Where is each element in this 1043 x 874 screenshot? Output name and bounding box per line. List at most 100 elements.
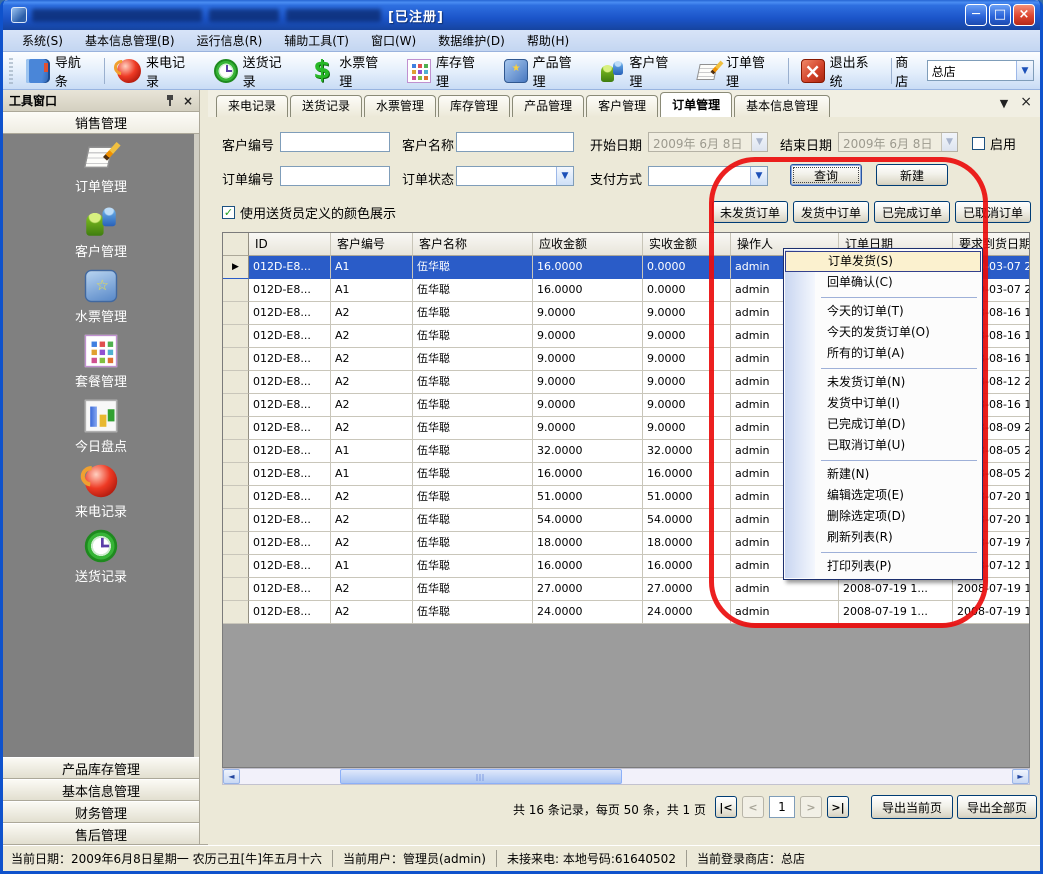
start-date-picker[interactable]: 2009年 6月 8日 ▼	[648, 132, 768, 152]
toolbar-grip[interactable]	[9, 58, 13, 84]
order-status-filter-button[interactable]: 发货中订单	[793, 201, 869, 223]
menubar-item[interactable]: 运行信息(R)	[186, 30, 274, 51]
prev-page-button[interactable]: <	[742, 796, 764, 818]
scroll-right-icon[interactable]: ►	[1012, 769, 1029, 784]
chevron-down-icon[interactable]: ▼	[750, 167, 767, 185]
table-row[interactable]: 012D-E8... A2 伍华聪 24.0000 24.0000 admin …	[223, 601, 1029, 624]
column-header-received[interactable]: 实收金额	[643, 233, 731, 256]
tab[interactable]: 基本信息管理	[734, 95, 830, 117]
context-menu-item[interactable]: 未发货订单(N)	[785, 372, 981, 393]
context-menu-item[interactable]: 发货中订单(I)	[785, 393, 981, 414]
sidebar-item[interactable]: 今日盘点	[75, 404, 127, 455]
sidebar-item[interactable]: 客户管理	[75, 209, 127, 260]
tab[interactable]: 产品管理	[512, 95, 584, 117]
sidebar-item[interactable]: 订单管理	[75, 144, 127, 195]
context-menu-item[interactable]: 删除选定项(D)	[785, 506, 981, 527]
context-menu-item[interactable]: 新建(N)	[785, 464, 981, 485]
column-header-receivable[interactable]: 应收金额	[533, 233, 643, 256]
sidebar-item[interactable]: 来电记录	[75, 469, 127, 520]
toolbar-button[interactable]	[104, 58, 105, 84]
context-menu-item[interactable]: 订单发货(S)	[785, 251, 981, 272]
sidebar-section-sales[interactable]: 销售管理	[3, 112, 199, 134]
horizontal-scrollbar[interactable]: ◄ ►	[222, 768, 1030, 785]
scroll-left-icon[interactable]: ◄	[223, 769, 240, 784]
toolbar-button[interactable]: 订单管理	[688, 55, 785, 87]
chevron-down-icon[interactable]: ▼	[941, 133, 957, 151]
tab[interactable]: 水票管理	[364, 95, 436, 117]
last-page-button[interactable]: >|	[827, 796, 849, 818]
color-display-checkbox[interactable]: ✓ 使用送货员定义的颜色展示	[222, 203, 396, 222]
toolbar-button[interactable]	[788, 58, 789, 84]
context-menu-item[interactable]: 刷新列表(R)	[785, 527, 981, 548]
tab-collapse-icon[interactable]: ▼	[1000, 97, 1008, 110]
table-row[interactable]: 012D-E8... A2 伍华聪 27.0000 27.0000 admin …	[223, 578, 1029, 601]
chevron-down-icon[interactable]: ▼	[751, 133, 767, 151]
toolbar-button[interactable]	[891, 58, 892, 84]
menubar-item[interactable]: 窗口(W)	[360, 30, 427, 51]
sidebar-item[interactable]: 水票管理	[75, 274, 127, 325]
context-menu-item[interactable]: 打印列表(P)	[785, 556, 981, 577]
customer-no-input[interactable]	[280, 132, 390, 152]
maximize-button[interactable]: □	[989, 4, 1011, 26]
sidebar-item[interactable]: 送货记录	[75, 534, 127, 585]
tab[interactable]: 客户管理	[586, 95, 658, 117]
checkbox-box[interactable]	[972, 137, 985, 150]
toolbar-button[interactable]: 产品管理	[495, 55, 592, 87]
toolbar-button[interactable]: 库存管理	[398, 55, 495, 87]
menubar-item[interactable]: 系统(S)	[11, 30, 74, 51]
column-header-customer-no[interactable]: 客户编号	[331, 233, 413, 256]
order-status-select[interactable]: ▼	[456, 166, 574, 186]
export-all-pages-button[interactable]: 导出全部页	[957, 795, 1037, 819]
menubar-item[interactable]: 辅助工具(T)	[273, 30, 360, 51]
end-date-picker[interactable]: 2009年 6月 8日 ▼	[838, 132, 958, 152]
context-menu-item[interactable]: 已完成订单(D)	[785, 414, 981, 435]
sidebar-scrollbar[interactable]	[194, 134, 199, 757]
toolbar-button[interactable]: 送货记录	[205, 55, 302, 87]
menubar-item[interactable]: 数据维护(D)	[427, 30, 516, 51]
context-menu-item[interactable]: 编辑选定项(E)	[785, 485, 981, 506]
pay-method-select[interactable]: ▼	[648, 166, 768, 186]
context-menu-item[interactable]	[785, 456, 981, 464]
sidebar-close-icon[interactable]: ×	[183, 94, 193, 108]
new-button[interactable]: 新建	[876, 164, 948, 186]
chevron-down-icon[interactable]: ▼	[556, 167, 573, 185]
tab[interactable]: 库存管理	[438, 95, 510, 117]
tab-close-icon[interactable]: ×	[1020, 97, 1032, 110]
sidebar-section-header[interactable]: 基本信息管理	[3, 779, 199, 801]
context-menu-item[interactable]	[785, 548, 981, 556]
menubar-item[interactable]: 基本信息管理(B)	[74, 30, 186, 51]
column-header-customer-name[interactable]: 客户名称	[413, 233, 533, 256]
first-page-button[interactable]: |<	[715, 796, 737, 818]
order-status-filter-button[interactable]: 未发货订单	[712, 201, 788, 223]
sidebar-section-header[interactable]: 售后管理	[3, 823, 199, 845]
minimize-button[interactable]: ─	[965, 4, 987, 26]
toolbar-button[interactable]: 客户管理	[591, 55, 688, 87]
enable-checkbox[interactable]: 启用	[972, 134, 1016, 153]
scrollbar-track[interactable]	[240, 769, 1012, 784]
order-status-filter-button[interactable]: 已取消订单	[955, 201, 1031, 223]
context-menu-item[interactable]: 今天的订单(T)	[785, 301, 981, 322]
customer-name-input[interactable]	[456, 132, 574, 152]
sidebar-section-header[interactable]: 财务管理	[3, 801, 199, 823]
context-menu-item[interactable]	[785, 364, 981, 372]
shop-select[interactable]: 总店 ▼	[927, 60, 1034, 81]
context-menu-item[interactable]: 已取消订单(U)	[785, 435, 981, 456]
chevron-down-icon[interactable]: ▼	[1016, 61, 1033, 80]
tab[interactable]: 送货记录	[290, 95, 362, 117]
next-page-button[interactable]: >	[800, 796, 822, 818]
scrollbar-thumb[interactable]	[340, 769, 622, 784]
context-menu-item[interactable]	[785, 293, 981, 301]
close-button[interactable]: ×	[1013, 4, 1035, 26]
pin-icon[interactable]	[165, 94, 175, 106]
toolbar-button[interactable]: 导航条	[17, 55, 101, 87]
tab[interactable]: 订单管理	[660, 92, 732, 117]
page-number-input[interactable]: 1	[769, 796, 795, 818]
sidebar-section-header[interactable]: 产品库存管理	[3, 757, 199, 779]
sidebar-item[interactable]: 套餐管理	[75, 339, 127, 390]
context-menu-item[interactable]: 所有的订单(A)	[785, 343, 981, 364]
order-no-input[interactable]	[280, 166, 390, 186]
toolbar-button[interactable]: 退出系统	[792, 55, 889, 87]
menubar-item[interactable]: 帮助(H)	[516, 30, 580, 51]
order-status-filter-button[interactable]: 已完成订单	[874, 201, 950, 223]
column-header-id[interactable]: ID	[249, 233, 331, 256]
